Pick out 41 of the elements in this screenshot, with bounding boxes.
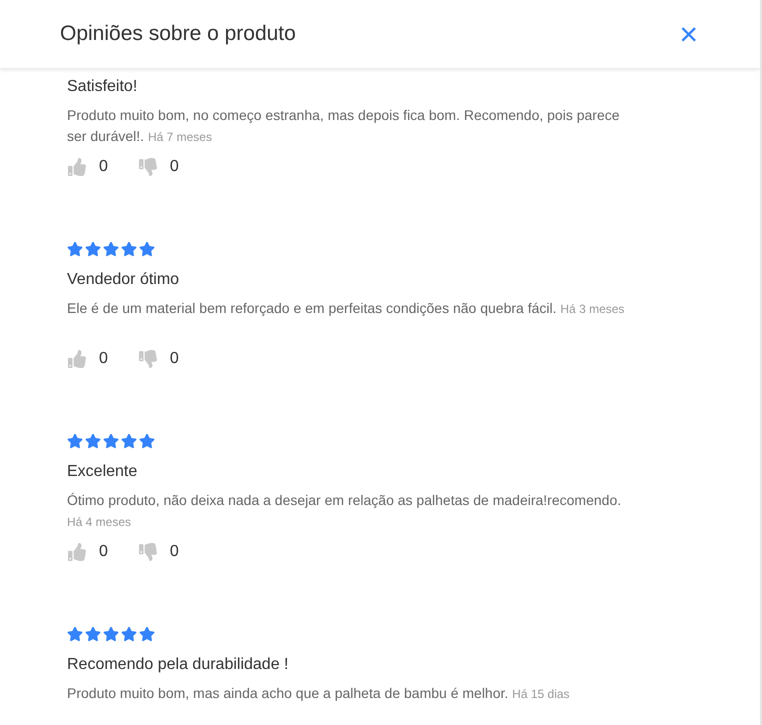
dislike-button[interactable]: 0 — [138, 540, 179, 564]
review-text: Produto muito bom, no começo estranha, mas depois fica bom. Recomendo, pois parece ser durável!. Há 7 meses — [67, 106, 621, 146]
star-icon — [103, 626, 119, 642]
dislike-button[interactable]: 0 — [138, 155, 179, 179]
star-icon — [121, 241, 137, 257]
review-title: Satisfeito! — [67, 77, 138, 97]
like-button[interactable]: 0 — [67, 347, 108, 371]
thumbs-down-icon — [138, 350, 158, 368]
star-icon — [103, 433, 119, 449]
star-icon — [139, 626, 155, 642]
star-icon — [139, 433, 155, 449]
star-icon — [121, 626, 137, 642]
thumbs-down-icon — [138, 158, 158, 176]
dislike-button[interactable]: 0 — [138, 347, 179, 371]
review-text: Produto muito bom, mas ainda acho que a palheta de bambu é melhor. Há 15 dias — [67, 684, 571, 703]
review-date: Há 15 dias — [512, 687, 570, 701]
thumbs-down-icon — [138, 543, 158, 561]
like-button[interactable]: 0 — [67, 540, 108, 564]
close-button[interactable]: × — [679, 18, 698, 50]
star-icon — [139, 241, 155, 257]
review-title: Excelente — [67, 462, 138, 482]
star-icon — [85, 241, 101, 257]
star-icon — [67, 433, 83, 449]
review-title: Recomendo pela durabilidade ! — [67, 655, 290, 675]
review-date: Há 4 meses — [67, 515, 132, 529]
star-icon — [67, 241, 83, 257]
review-text: Ótimo produto, não deixa nada a desejar em relação as palhetas de madeira!recomendo. Há 4 meses — [67, 491, 622, 531]
review-text: Ele é de um material bem reforçado e em perfeitas condições não quebra fácil. Há 3 meses — [67, 299, 626, 318]
star-icon — [85, 433, 101, 449]
review-title: Vendedor ótimo — [67, 270, 180, 290]
star-icon — [85, 626, 101, 642]
thumbs-up-icon — [67, 158, 87, 176]
thumbs-up-icon — [67, 543, 87, 561]
star-icon — [121, 433, 137, 449]
thumbs-up-icon — [67, 350, 87, 368]
review-date: Há 3 meses — [560, 302, 624, 316]
star-icon — [103, 241, 119, 257]
review-date: Há 7 meses — [148, 130, 212, 144]
star-icon — [67, 626, 83, 642]
like-button[interactable]: 0 — [67, 155, 108, 179]
modal-title: Opiniões sobre o produto — [60, 21, 296, 48]
